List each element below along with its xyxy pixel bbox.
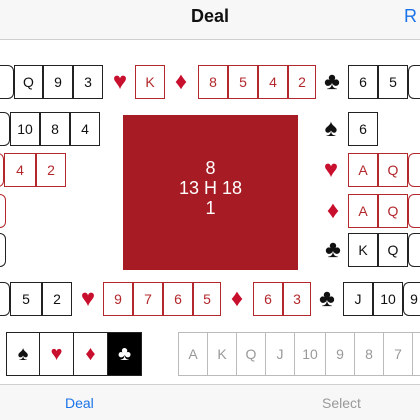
south-diamond-card[interactable]: 6 [253, 282, 283, 316]
west-heart-card[interactable]: 4 [70, 112, 100, 146]
west-heart-card[interactable]: 8 [40, 112, 70, 146]
table-south-count: 1 [205, 198, 216, 218]
north-heart-card[interactable]: K [135, 65, 165, 99]
spade-icon: ♠ [324, 115, 338, 142]
rank-button[interactable]: 7 [383, 332, 413, 376]
page-title: Deal [190, 6, 230, 26]
table-dealer: H [204, 178, 217, 198]
club-icon: ♣ [325, 236, 341, 263]
tab-deal[interactable]: Deal [65, 395, 94, 411]
rank-button[interactable]: J [265, 332, 295, 376]
tab-select[interactable]: Select [322, 395, 361, 411]
rank-button[interactable]: 9 [325, 332, 355, 376]
west-diamond-card[interactable]: 4 [4, 153, 36, 187]
north-diamond-card[interactable]: 5 [228, 65, 258, 99]
west-diamond-card[interactable]: 2 [36, 153, 66, 187]
west-heart-card[interactable]: 10 [10, 112, 40, 146]
select-heart-button[interactable]: ♥ [40, 332, 74, 376]
south-heart-card[interactable]: 5 [193, 282, 221, 316]
north-diamond-card[interactable]: 8 [198, 65, 228, 99]
rank-button[interactable]: Q [236, 332, 266, 376]
table-east-count: 18 [222, 178, 243, 198]
heart-icon: ♥ [112, 68, 128, 95]
select-spade-button[interactable]: ♠ [6, 332, 40, 376]
table-west-count: 13 [178, 178, 199, 198]
south-club-card[interactable]: 9 [403, 282, 420, 316]
club-icon: ♣ [324, 68, 340, 95]
east-club-hidden-card[interactable] [408, 233, 420, 267]
south-heart-card[interactable]: 9 [103, 282, 133, 316]
west-club-card[interactable]: 2 [42, 282, 72, 316]
north-diamond-card[interactable]: 4 [258, 65, 288, 99]
east-diamond-card[interactable]: A [348, 194, 378, 228]
select-diamond-button[interactable]: ♦ [74, 332, 108, 376]
north-diamond-card[interactable]: 2 [288, 65, 316, 99]
north-club-card[interactable]: 5 [378, 65, 408, 99]
east-club-card[interactable]: K [348, 233, 378, 267]
nav-right-button[interactable]: R [404, 6, 417, 27]
south-heart-card[interactable]: 6 [163, 282, 193, 316]
north-club-card[interactable]: 6 [348, 65, 378, 99]
diamond-icon: ♦ [85, 342, 96, 365]
east-heart-card[interactable]: A [348, 153, 378, 187]
east-heart-card[interactable]: Q [378, 153, 408, 187]
north-club-hidden-card[interactable] [408, 65, 420, 99]
diamond-icon: ♦ [230, 285, 244, 312]
south-heart-card[interactable]: 7 [133, 282, 163, 316]
table-center: 8 13 H 18 1 [123, 115, 298, 270]
heart-icon: ♥ [80, 285, 96, 312]
rank-button[interactable]: A [178, 332, 208, 376]
south-diamond-card[interactable]: 3 [283, 282, 311, 316]
heart-icon: ♥ [323, 156, 339, 183]
rank-button[interactable]: K [207, 332, 237, 376]
navigation-bar: Deal R [0, 0, 420, 40]
diamond-icon: ♦ [326, 197, 340, 224]
south-club-card[interactable]: J [343, 282, 373, 316]
rank-button[interactable]: 8 [354, 332, 384, 376]
east-heart-hidden-card[interactable] [408, 153, 420, 187]
west-extra-hidden-card[interactable] [0, 233, 6, 267]
east-spade-card[interactable]: 6 [348, 112, 378, 146]
spade-icon: ♠ [17, 342, 29, 365]
west-club-hidden-card[interactable] [0, 282, 10, 316]
east-diamond-hidden-card[interactable] [408, 194, 420, 228]
diamond-icon: ♦ [174, 68, 188, 95]
table-north-count: 8 [205, 158, 216, 178]
rank-button-partial[interactable] [412, 332, 420, 376]
select-club-button[interactable]: ♣ [108, 332, 142, 376]
west-heart-hidden-card[interactable] [0, 112, 10, 146]
table-middle-row: 13 H 18 [123, 178, 298, 198]
east-club-card[interactable]: Q [378, 233, 408, 267]
west-spade-card[interactable]: Q [14, 65, 43, 99]
south-club-card[interactable]: 10 [373, 282, 403, 316]
west-extra-hidden-card[interactable] [0, 194, 6, 228]
west-spade-hidden-card[interactable] [0, 65, 14, 99]
club-icon: ♣ [319, 285, 335, 312]
tab-bar: Deal Select [0, 384, 420, 420]
heart-icon: ♥ [50, 342, 63, 365]
west-spade-card[interactable]: 9 [43, 65, 73, 99]
club-icon: ♣ [117, 342, 132, 365]
west-club-card[interactable]: 5 [10, 282, 42, 316]
rank-button[interactable]: 10 [294, 332, 326, 376]
west-spade-card[interactable]: 3 [73, 65, 103, 99]
east-diamond-card[interactable]: Q [378, 194, 408, 228]
